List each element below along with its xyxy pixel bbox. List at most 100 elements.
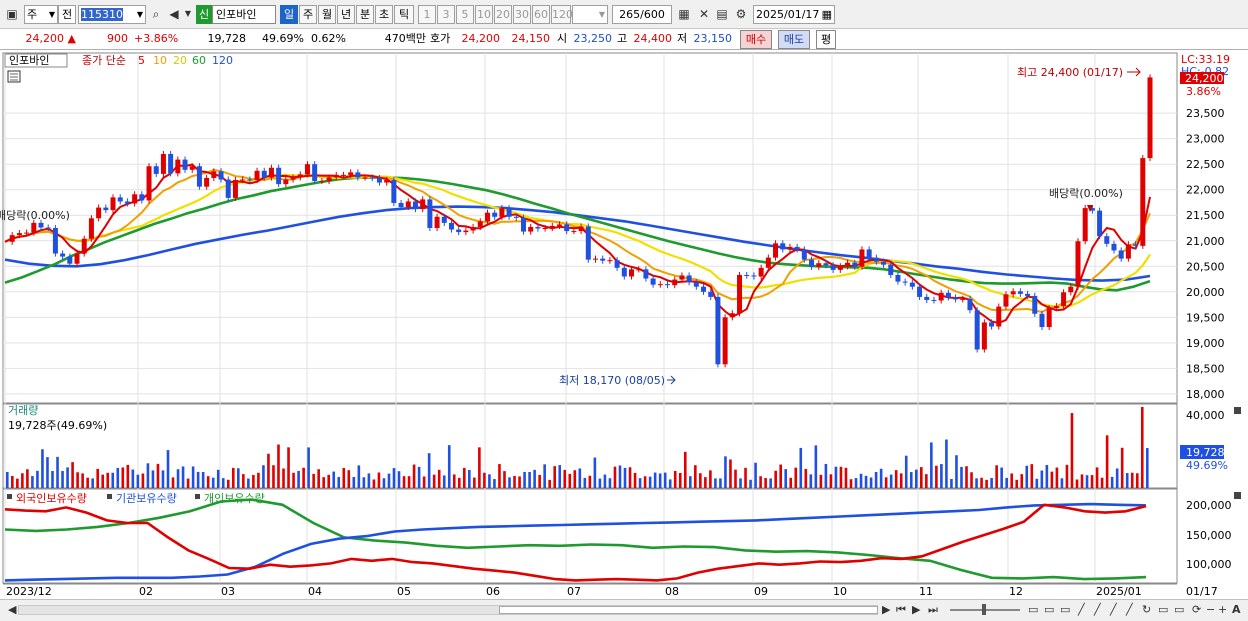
zoom-reset-icon[interactable]: ⟳: [1192, 603, 1201, 617]
candle-body: [506, 208, 512, 217]
price-panel-title: 인포바인: [9, 54, 49, 67]
close-holdings-panel-icon[interactable]: [1234, 492, 1241, 499]
volume-bar: [799, 447, 803, 488]
candle-body: [859, 249, 865, 267]
calendar-icon[interactable]: ▦: [822, 6, 832, 24]
jump-end-icon[interactable]: ⏭: [928, 603, 938, 617]
search-icon[interactable]: ⌕: [148, 6, 164, 22]
volume-bar: [965, 466, 968, 488]
scroll-track[interactable]: [18, 605, 878, 615]
interval-button[interactable]: 120: [551, 5, 573, 24]
gear-icon[interactable]: ⚙: [733, 6, 749, 22]
interval-button[interactable]: 10: [475, 5, 493, 24]
volume-bar: [593, 457, 597, 488]
volume-bar: [904, 455, 908, 488]
bottom-scroll-bar: ◀ ▶ ⏮ ▶ ⏭ ▭ ▭ ▭ ╱ ╱ ╱ ╱ ↻ ▭ ▭ ⟳ − + A: [0, 599, 1248, 621]
volume-bar: [824, 463, 828, 488]
volume-bar: [1050, 471, 1054, 488]
zoom-out-icon[interactable]: −: [1206, 603, 1215, 617]
volume-bar: [237, 468, 240, 488]
candle-body: [513, 216, 519, 218]
volume-bar: [683, 451, 687, 488]
sell-button[interactable]: 매도: [778, 30, 810, 49]
volume-bar: [1130, 472, 1134, 488]
period-second-button[interactable]: 초: [375, 5, 393, 24]
period-week-button[interactable]: 주: [299, 5, 317, 24]
stock-chart[interactable]: 23,500 23,000 22,500 22,000 21,500 21,000 20,5…: [0, 51, 1248, 599]
volume-bar: [643, 476, 647, 488]
candle-body: [463, 230, 469, 233]
draw-line-icon[interactable]: ╱: [1110, 603, 1117, 617]
interval-button[interactable]: 5: [456, 5, 474, 24]
zoom-in-icon[interactable]: +: [1218, 603, 1227, 617]
x-axis-label: 03: [221, 585, 235, 598]
volume-ratio: 49.69%: [262, 32, 304, 45]
volume-bar: [61, 471, 64, 488]
layout-icon[interactable]: ▭: [1060, 603, 1070, 617]
candle-body: [1104, 236, 1110, 244]
layout-icon[interactable]: ▭: [1174, 603, 1184, 617]
count-field[interactable]: 265/600: [612, 5, 672, 24]
volume-bar: [1010, 473, 1014, 488]
draw-line-icon[interactable]: ╱: [1078, 603, 1085, 617]
period-minute-button[interactable]: 분: [356, 5, 374, 24]
period-year-button[interactable]: 년: [337, 5, 355, 24]
legend-marker-icon: [195, 494, 200, 499]
font-size-icon[interactable]: A: [1232, 603, 1241, 617]
candle-body: [1039, 313, 1045, 328]
interval-button[interactable]: 3: [437, 5, 455, 24]
volume-bar: [704, 477, 707, 488]
change-pct: +3.86%: [134, 32, 179, 45]
volume-bar: [573, 470, 577, 488]
layout-icon[interactable]: ▭: [1158, 603, 1168, 617]
volume-bar: [1075, 479, 1079, 488]
stock-code-field[interactable]: 115310 ▼: [78, 5, 146, 24]
close-volume-panel-icon[interactable]: [1234, 407, 1241, 414]
volume-bar: [518, 476, 521, 488]
interval-button[interactable]: 30: [513, 5, 531, 24]
crosshair-icon[interactable]: ✕: [696, 6, 712, 22]
volume-bar: [488, 474, 491, 488]
candle-body: [701, 286, 707, 292]
volume-bar: [523, 471, 526, 488]
volume-bar: [287, 447, 290, 488]
ma-20-label: 20: [173, 54, 187, 67]
date-field[interactable]: 2025/01/17 ▦: [753, 5, 835, 24]
type1-select[interactable]: 주 ▼: [24, 5, 58, 24]
scroll-thumb[interactable]: [499, 606, 878, 614]
layout-icon[interactable]: ▭: [1028, 603, 1038, 617]
stock-name-field[interactable]: 인포바인: [212, 5, 276, 24]
layout-icon[interactable]: ▭: [1044, 603, 1054, 617]
refresh-icon[interactable]: ↻: [1142, 603, 1151, 617]
buy-button[interactable]: 매수: [740, 30, 772, 49]
jump-start-icon[interactable]: ⏮: [896, 603, 906, 617]
chart-menu-icon[interactable]: ▣: [4, 6, 20, 22]
period-day-button[interactable]: 일: [280, 5, 298, 24]
interval-button[interactable]: 60: [532, 5, 550, 24]
chevron-down-icon[interactable]: ▼: [180, 6, 196, 22]
scroll-left-icon[interactable]: ◀: [8, 603, 16, 617]
type2-select[interactable]: 전: [58, 5, 76, 24]
scroll-right-icon[interactable]: ▶: [882, 603, 890, 617]
grid-icon[interactable]: ▦: [676, 6, 692, 22]
volume-bar: [935, 465, 938, 488]
count-value: 265: [619, 8, 641, 21]
interval-button[interactable]: 1: [418, 5, 436, 24]
volume-bar: [86, 477, 89, 488]
last-price-label: 24,200: [1185, 72, 1224, 85]
draw-line-icon[interactable]: ╱: [1126, 603, 1133, 617]
period-tick-button[interactable]: 틱: [394, 5, 414, 24]
period-month-button[interactable]: 월: [318, 5, 336, 24]
eval-button[interactable]: 평: [816, 30, 836, 49]
play-icon[interactable]: ▶: [912, 603, 920, 617]
zoom-slider-handle[interactable]: [982, 604, 986, 615]
draw-line-icon[interactable]: ╱: [1094, 603, 1101, 617]
interval-button[interactable]: 20: [494, 5, 512, 24]
volume-bar: [804, 468, 808, 488]
save-icon[interactable]: ▤: [714, 6, 730, 22]
volume-bar: [714, 478, 717, 488]
interval-input[interactable]: ▼: [572, 5, 608, 24]
volume-bar: [247, 478, 250, 488]
volume-bar: [372, 479, 376, 488]
candle-body: [765, 257, 771, 268]
